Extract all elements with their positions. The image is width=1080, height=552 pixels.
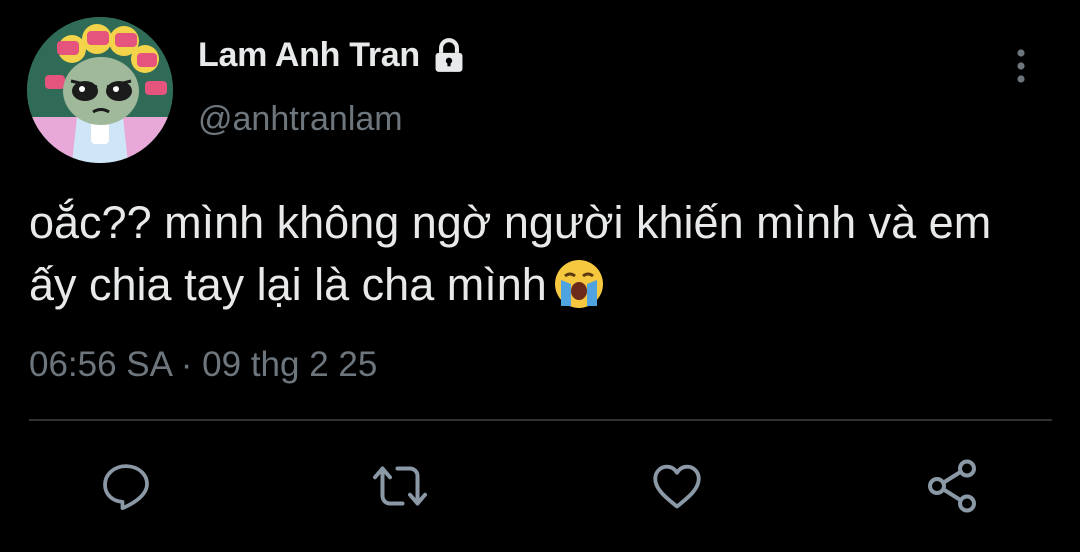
- share-icon: [922, 456, 982, 521]
- tweet-text: oắc?? mình không ngờ người khiến mình và…: [29, 192, 1049, 326]
- avatar-image: [27, 17, 173, 163]
- more-vertical-icon[interactable]: [1008, 46, 1034, 86]
- author-name-row: Lam Anh Tran: [198, 36, 468, 75]
- retweet-button[interactable]: [370, 458, 430, 518]
- tweet-body: oắc?? mình không ngờ người khiến mình và…: [29, 197, 992, 310]
- avatar[interactable]: [27, 17, 173, 163]
- author-handle[interactable]: @anhtranlam: [198, 100, 403, 139]
- lock-icon: [430, 37, 468, 75]
- reply-button[interactable]: [96, 458, 156, 518]
- divider: [29, 419, 1052, 421]
- loudly-crying-face-icon: [553, 258, 605, 326]
- retweet-icon: [370, 456, 430, 521]
- reply-icon: [98, 458, 154, 519]
- tweet-timestamp[interactable]: 06:56 SA · 09 thg 2 25: [29, 345, 377, 385]
- author-name[interactable]: Lam Anh Tran: [198, 36, 420, 75]
- heart-icon: [648, 457, 706, 520]
- like-button[interactable]: [647, 458, 707, 518]
- share-button[interactable]: [922, 458, 982, 518]
